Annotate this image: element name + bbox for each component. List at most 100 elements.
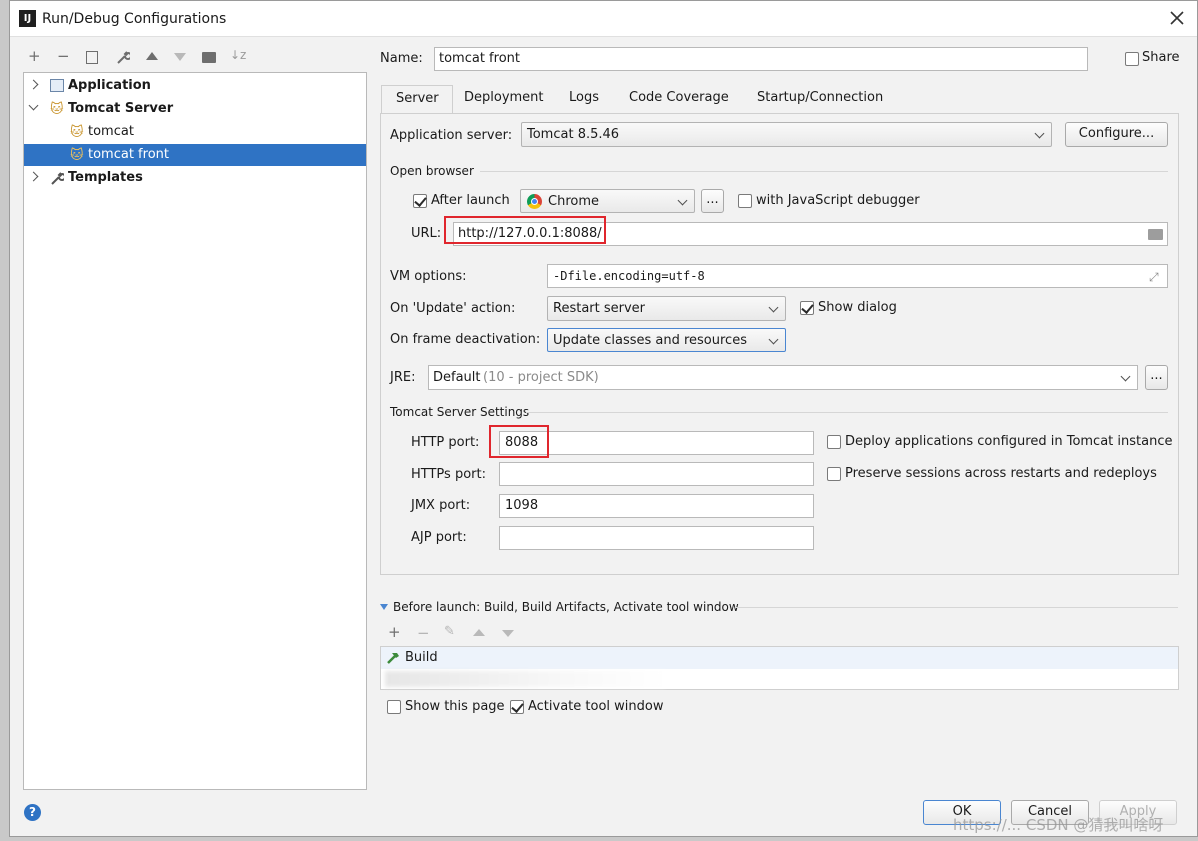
edit-icon: ✎ [444,624,455,639]
preserve-sessions-checkbox[interactable] [827,467,841,481]
tree-item-label: Templates [68,170,143,185]
share-checkbox[interactable] [1125,52,1139,66]
move-up-icon[interactable] [146,52,158,60]
tab-logs[interactable]: Logs [569,90,599,105]
add-icon[interactable]: + [388,623,401,641]
before-launch-title[interactable]: Before launch: Build, Build Artifacts, A… [393,600,739,614]
jre-options-button[interactable]: ... [1145,365,1168,390]
before-launch-divider [735,607,1178,608]
tree-item-application[interactable]: Application [24,75,366,97]
window-title: Run/Debug Configurations [42,11,227,27]
tree-item-label: Tomcat Server [68,101,174,116]
after-launch-checkbox[interactable] [413,194,427,208]
tab-code-coverage[interactable]: Code Coverage [629,90,729,105]
url-highlight-box [444,216,606,244]
share-label: Share [1142,50,1180,65]
show-page-checkbox[interactable] [387,700,401,714]
browser-value: Chrome [548,194,599,209]
ellipsis-label: ... [706,192,719,207]
configure-label: Configure... [1078,126,1155,141]
tree-item-label: tomcat [88,124,134,139]
sort-icon[interactable]: ↓z [230,48,246,62]
close-icon[interactable] [1168,9,1186,27]
application-icon [50,79,64,92]
folder-icon[interactable] [202,52,216,63]
add-icon[interactable]: + [28,47,41,65]
https-port-label: HTTPs port: [411,467,486,482]
vm-options-value: -Dfile.encoding=utf-8 [553,269,705,283]
deploy-apps-label: Deploy applications configured in Tomcat… [845,434,1173,449]
js-debugger-checkbox[interactable] [738,194,752,208]
move-down-icon[interactable] [174,53,186,61]
wrench-icon [50,170,66,190]
before-launch-list: Build [380,646,1179,690]
move-down-icon [502,630,514,637]
tomcat-icon: 🐱 [70,125,84,140]
tree-toolbar: + − ↓z [24,47,254,69]
configure-button[interactable]: Configure... [1065,122,1168,147]
expand-icon[interactable]: ⤢ [1149,270,1159,285]
name-value: tomcat front [439,51,520,66]
collapse-triangle-icon[interactable] [380,604,388,610]
app-server-value: Tomcat 8.5.46 [527,127,620,142]
name-field[interactable]: tomcat front [434,47,1088,71]
vm-options-field[interactable]: -Dfile.encoding=utf-8 ⤢ [547,264,1168,288]
tree-item-label: tomcat front [88,147,169,162]
app-server-select[interactable]: Tomcat 8.5.46 [521,122,1052,147]
chevron-down-icon[interactable] [28,100,39,111]
list-item[interactable]: Build [381,647,1178,669]
https-port-field[interactable] [499,462,814,486]
list-item-label: Build [405,650,438,665]
tab-server[interactable]: Server [381,85,453,114]
chevron-right-icon[interactable] [28,79,39,90]
remove-icon[interactable]: − [57,47,70,65]
on-update-label: On 'Update' action: [390,301,516,316]
tree-item-tomcat[interactable]: 🐱 tomcat [24,121,366,143]
tab-startup-connection[interactable]: Startup/Connection [757,90,883,105]
folder-icon[interactable] [1148,229,1163,240]
ajp-port-field[interactable] [499,526,814,550]
jmx-port-label: JMX port: [411,498,471,513]
wrench-icon[interactable] [116,49,132,69]
activate-tool-checkbox[interactable] [510,700,524,714]
activate-tool-label: Activate tool window [528,699,664,714]
intellij-icon: IJ [19,10,36,27]
tree-item-tomcat-front[interactable]: 🐱 tomcat front [24,144,366,166]
move-up-icon [473,629,485,636]
chrome-icon [527,194,542,209]
frame-deactivation-select[interactable]: Update classes and resources [547,328,786,352]
show-page-label: Show this page [405,699,505,714]
jre-value: Default [433,370,481,385]
remove-icon: − [417,624,430,642]
after-launch-label: After launch [431,193,510,208]
jre-select[interactable]: Default (10 - project SDK) [428,365,1138,390]
tomcat-settings-divider [526,412,1168,413]
browser-select[interactable]: Chrome [520,189,695,213]
on-update-value: Restart server [553,301,646,316]
deploy-apps-checkbox[interactable] [827,435,841,449]
tree-item-templates[interactable]: Templates [24,167,366,189]
watermark: https://... CSDN @猜我叫啥呀 [953,816,1164,834]
tree-item-tomcat-server[interactable]: 🐱 Tomcat Server [24,98,366,120]
browser-options-button[interactable]: ... [701,189,724,213]
before-launch-toolbar: + − ✎ [386,623,536,643]
on-update-select[interactable]: Restart server [547,296,786,321]
vm-options-label: VM options: [390,269,467,284]
ellipsis-label: ... [1150,368,1163,383]
copy-icon[interactable] [86,51,98,64]
http-port-label: HTTP port: [411,435,480,450]
show-dialog-checkbox[interactable] [800,301,814,315]
tomcat-icon: 🐱 [50,102,64,117]
help-icon[interactable]: ? [24,804,41,821]
jre-label: JRE: [390,370,416,385]
chevron-right-icon[interactable] [28,171,39,182]
tree-item-label: Application [68,78,151,93]
tab-deployment[interactable]: Deployment [464,90,544,105]
show-dialog-label: Show dialog [818,300,897,315]
hammer-icon [385,650,401,670]
frame-deactivation-value: Update classes and resources [553,333,747,348]
jmx-port-field[interactable]: 1098 [499,494,814,518]
url-label: URL: [411,226,442,241]
frame-deactivation-label: On frame deactivation: [390,332,541,347]
tab-label: Server [396,91,439,106]
